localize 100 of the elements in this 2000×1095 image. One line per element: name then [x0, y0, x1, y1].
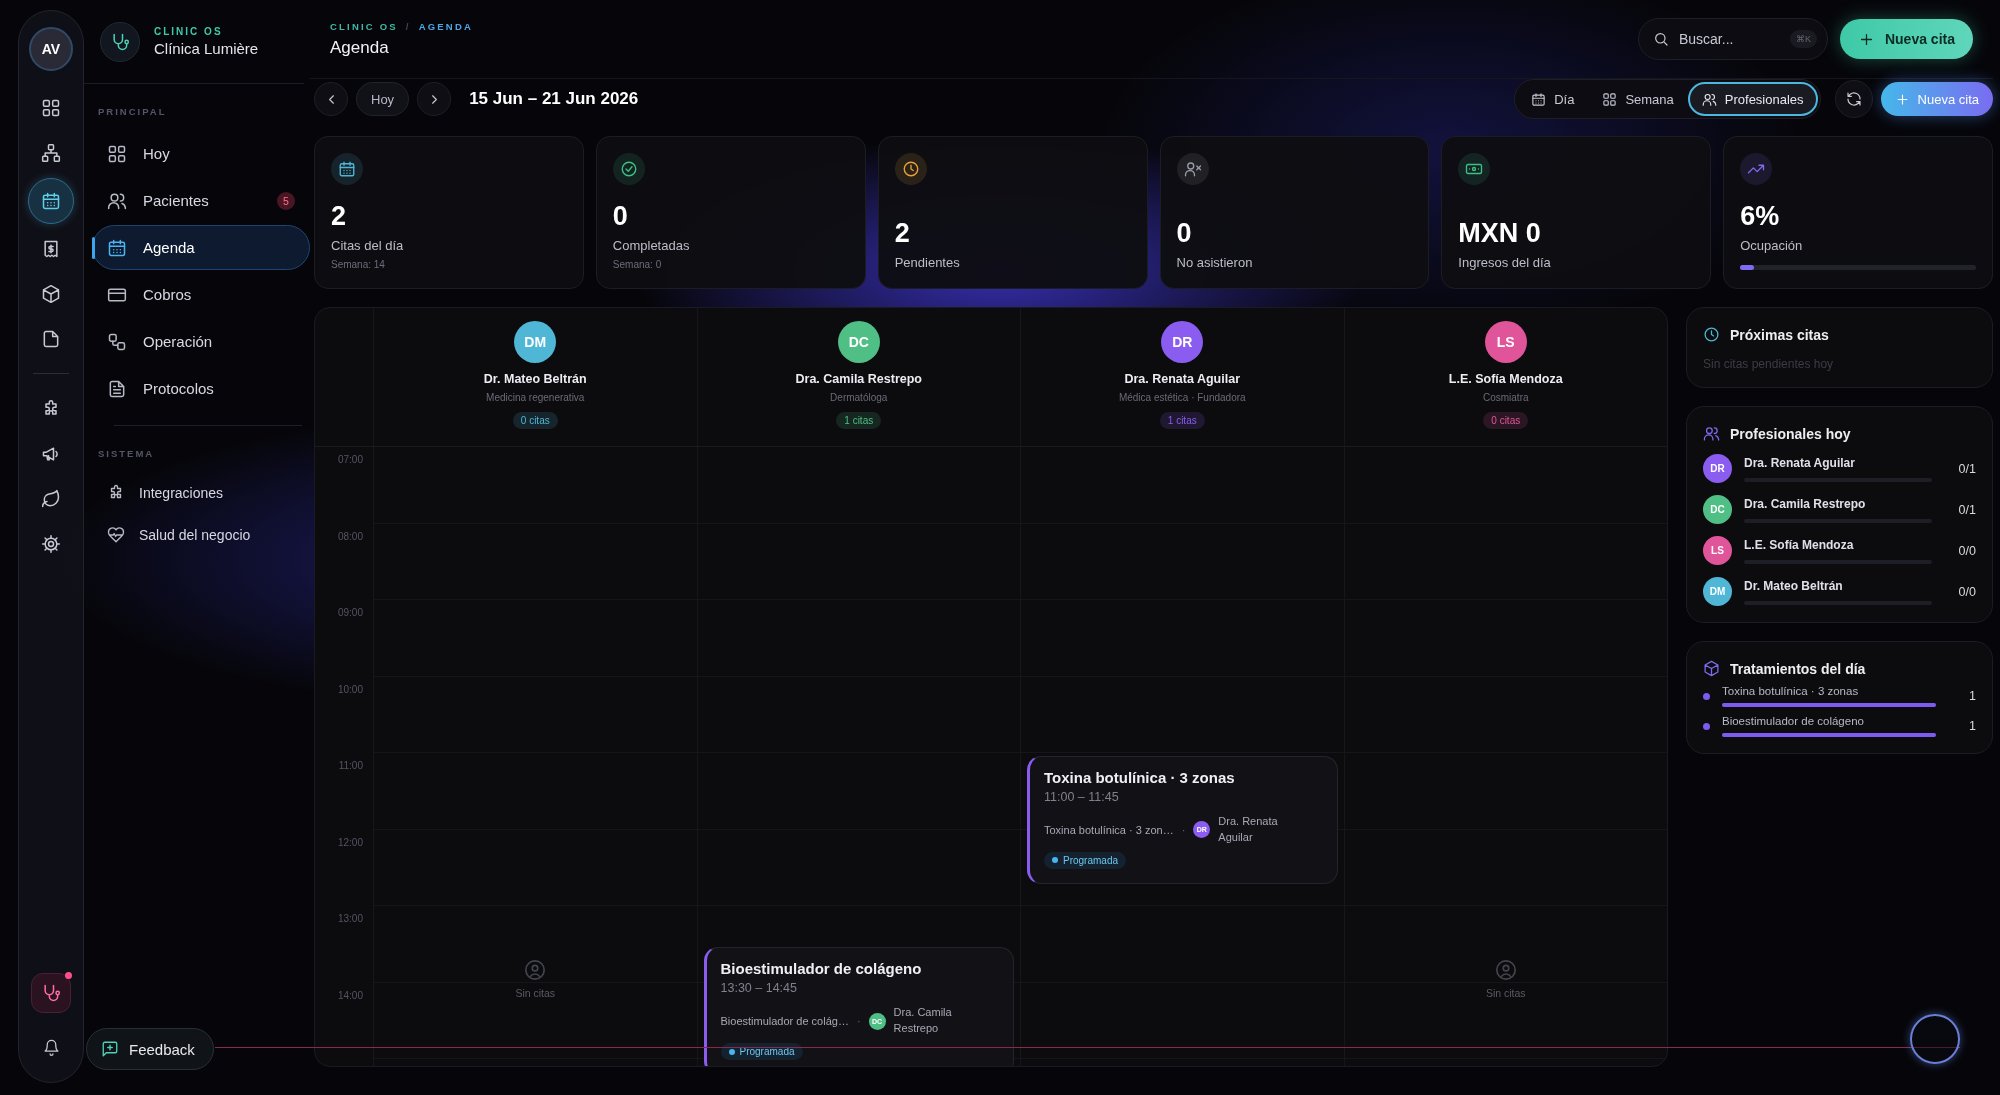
feedback-button[interactable]: Feedback	[86, 1028, 214, 1070]
receipt-icon	[41, 238, 61, 259]
appointment-time: 13:30 – 14:45	[720, 981, 798, 996]
avatar: DC	[837, 321, 880, 363]
bell-icon	[42, 1039, 60, 1056]
hour-label: 12:00	[337, 836, 363, 848]
empty-label: Sin citas	[515, 987, 556, 999]
refresh-button[interactable]	[1834, 80, 1873, 118]
calendar-icon	[41, 190, 61, 211]
stat-label: Ingresos del día	[1458, 255, 1552, 270]
treatment-name: Bioestimulador de colágeno	[1722, 715, 1865, 727]
stat-subtext: Semana: 0	[612, 259, 663, 270]
stat-value: 0	[612, 201, 629, 232]
document-icon	[107, 378, 127, 399]
professional-role: Medicina regenerativa	[486, 392, 585, 403]
shortcut-hint: ⌘K	[1789, 30, 1817, 48]
avatar: DR	[1161, 321, 1204, 363]
user-x-icon	[1183, 160, 1202, 178]
panel-title: Próximas citas	[1730, 326, 1829, 343]
professional-role: Médica estética · Fundadora	[1118, 392, 1246, 403]
search-field[interactable]: Buscar... ⌘K	[1637, 18, 1828, 60]
hour-label: 13:00	[337, 913, 363, 924]
calendar-icon	[338, 160, 356, 178]
clock-icon	[1703, 326, 1720, 343]
message-plus-icon	[101, 1040, 119, 1058]
treatment-name: Toxina botulínica · 3 zon…	[1044, 823, 1174, 836]
new-appointment-button[interactable]: Nueva cita	[1880, 82, 1993, 116]
avatar: DR	[1703, 454, 1732, 483]
today-button[interactable]: Hoy	[356, 82, 410, 116]
appointment-title: Bioestimulador de colágeno	[720, 960, 923, 978]
box-icon	[1703, 660, 1720, 677]
doctor-name: Dra. Renata Aguilar	[1218, 814, 1279, 845]
user-avatar[interactable]: AV	[29, 27, 73, 71]
stat-subtext: Semana: 14	[331, 259, 386, 270]
stat-value: MXN 0	[1458, 218, 1542, 249]
nav-item[interactable]: Integraciones	[92, 473, 310, 513]
stethoscope-icon	[110, 31, 130, 52]
appointment-count: 0 citas	[1483, 412, 1529, 429]
clinic-name: Clínica Lumière	[154, 40, 259, 57]
clock-icon	[901, 160, 920, 178]
stethoscope-icon	[41, 982, 61, 1003]
nav-item[interactable]: Operación	[92, 319, 310, 364]
appointment-ratio: 0/1	[1957, 502, 1976, 517]
stat-value: 2	[331, 201, 348, 232]
nav-item[interactable]: Cobros	[92, 272, 310, 317]
avatar: DM	[514, 321, 557, 363]
notification-dot	[65, 971, 72, 979]
treatment-count: 1	[1968, 719, 1976, 733]
file-icon	[41, 328, 61, 349]
avatar: DC	[1703, 495, 1732, 524]
nav-item[interactable]: Protocolos	[92, 366, 310, 411]
nav-item[interactable]: Agenda	[92, 225, 310, 270]
appointment-ratio: 0/1	[1957, 461, 1976, 476]
professional-name: Dra. Renata Aguilar	[1744, 455, 1856, 470]
separator-dot: ·	[856, 1015, 861, 1028]
stat-label: Completadas	[612, 238, 691, 253]
appointment-ratio: 0/0	[1957, 584, 1976, 599]
appointment-count: 0 citas	[512, 412, 558, 429]
users-icon	[1701, 91, 1717, 107]
spinner-icon	[1910, 1014, 1960, 1064]
rail-button[interactable]	[31, 972, 71, 1013]
heart-icon	[107, 526, 125, 544]
avatar: LS	[1703, 536, 1732, 565]
section-title: PRINCIPAL	[98, 106, 168, 117]
panel-title: Tratamientos del día	[1730, 660, 1866, 677]
view-tab[interactable]: Profesionales	[1687, 82, 1818, 116]
status-badge: Programada	[1044, 851, 1127, 869]
avatar: DM	[1703, 577, 1732, 606]
stat-label: Citas del día	[331, 238, 405, 253]
professional-name: Dra. Renata Aguilar	[1124, 372, 1240, 386]
refresh-icon	[1845, 91, 1862, 107]
search-icon	[1652, 31, 1669, 47]
check-icon	[619, 160, 638, 178]
view-tab[interactable]: Día	[1517, 82, 1589, 116]
brand-eyebrow: CLINIC OS	[154, 26, 224, 37]
breadcrumb-current: AGENDA	[418, 20, 474, 32]
breadcrumb-link[interactable]: CLINIC OS	[330, 20, 398, 32]
appointment-ratio: 0/0	[1957, 543, 1976, 558]
doctor-name: Dra. Camila Restrepo	[893, 1005, 953, 1037]
grid-icon	[1602, 91, 1618, 107]
professional-name: Dr. Mateo Beltrán	[1744, 578, 1844, 593]
treatment-count: 1	[1968, 689, 1976, 703]
hour-label: 14:00	[337, 989, 363, 1001]
professional-name: Dr. Mateo Beltrán	[483, 372, 587, 386]
appointment-count: 1 citas	[1159, 412, 1205, 429]
section-title: SISTEMA	[98, 448, 156, 459]
treatment-name: Bioestimulador de colág…	[720, 1015, 849, 1028]
nav-item[interactable]: Salud del negocio	[92, 515, 310, 555]
new-appointment-button[interactable]: Nueva cita	[1839, 19, 1973, 59]
date-range: 15 Jun – 21 Jun 2026	[469, 89, 639, 109]
settings-icon	[41, 533, 61, 554]
view-tab[interactable]: Semana	[1588, 82, 1688, 116]
nav-item[interactable]: Pacientes 5	[92, 178, 310, 223]
nav-item[interactable]: Hoy	[92, 131, 310, 176]
stat-value: 6%	[1740, 201, 1781, 232]
users-icon	[1703, 425, 1720, 442]
stat-label: No asistieron	[1176, 255, 1254, 270]
hour-label: 07:00	[337, 454, 363, 465]
leaf-icon	[41, 488, 61, 509]
rail-button[interactable]	[28, 177, 74, 224]
